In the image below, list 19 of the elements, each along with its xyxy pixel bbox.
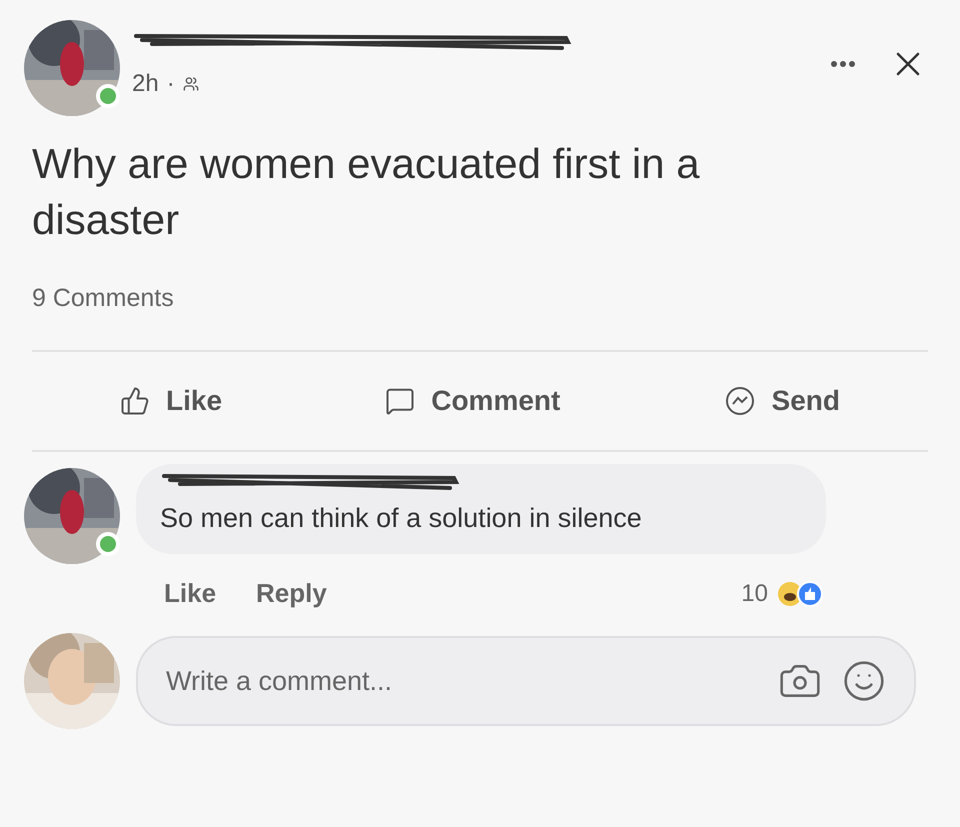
post-time[interactable]: 2h (132, 66, 159, 102)
comment-action-link[interactable]: Like (164, 574, 216, 613)
comment-count[interactable]: 9 Comments (24, 280, 174, 318)
separator: · (166, 69, 175, 99)
post-action-button[interactable]: Send (724, 380, 840, 422)
comment-field[interactable]: Write a comment... (136, 636, 916, 726)
comment-input[interactable]: Write a comment... (166, 660, 778, 702)
people-icon (182, 76, 199, 92)
reactions-icon (776, 580, 826, 608)
comment-text: So men can think of a solution in silence (160, 502, 643, 534)
comment-action-link[interactable]: Reply (256, 574, 327, 613)
more-options-icon[interactable] (830, 60, 856, 68)
thumbs-up-icon (120, 386, 150, 416)
emoji-icon[interactable] (842, 659, 886, 703)
messenger-icon (724, 384, 756, 416)
post-action-button[interactable]: Comment (385, 380, 560, 422)
reaction-count: 10 (741, 578, 768, 608)
post-text: Why are women evacuated first in a disaster (31, 139, 701, 245)
post-action-button[interactable]: Like (120, 380, 222, 422)
